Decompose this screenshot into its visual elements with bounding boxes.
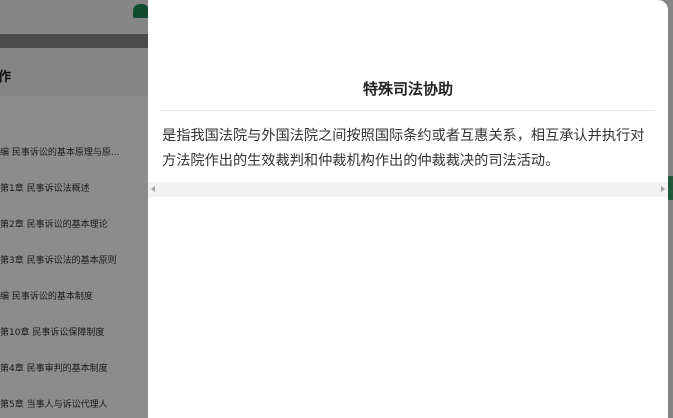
scroll-left-icon[interactable] xyxy=(151,186,155,192)
term-definition-dialog: 特殊司法协助 是指我国法院与外国法院之间按照国际条约或者互惠关系，相互承认并执行… xyxy=(148,0,668,418)
scroll-right-icon[interactable] xyxy=(661,186,665,192)
definition-text: 是指我国法院与外国法院之间按照国际条约或者互惠关系，相互承认并执行对方法院作出的… xyxy=(162,128,645,169)
dialog-title: 特殊司法协助 xyxy=(362,80,453,98)
divider xyxy=(160,110,654,111)
horizontal-scrollbar[interactable] xyxy=(148,182,668,197)
